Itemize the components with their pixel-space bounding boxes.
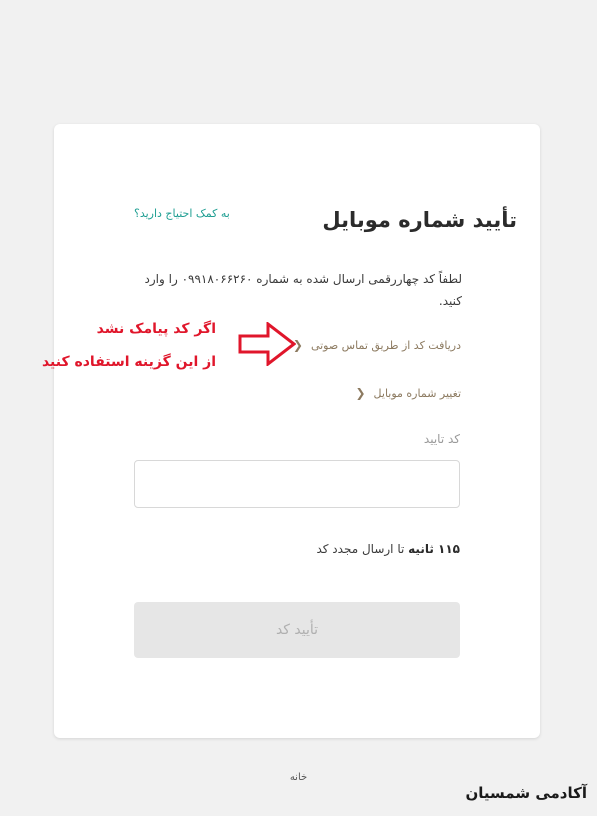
voice-call-label: دریافت کد از طریق تماس صوتی xyxy=(310,339,461,352)
right-arrow-icon xyxy=(238,322,296,366)
annotation-line-2: از این گزینه استفاده کنید xyxy=(41,354,216,370)
voice-call-link[interactable]: دریافت کد از طریق تماس صوتی❮ xyxy=(293,338,461,352)
confirm-code-button[interactable]: تأیید کد xyxy=(134,602,460,658)
change-number-label: تغییر شماره موبایل xyxy=(373,387,461,400)
verification-code-input[interactable] xyxy=(134,460,460,508)
watermark-text: آکادمی شمسیان xyxy=(465,784,587,802)
resend-timer: ۱۱۵ ثانیه تا ارسال مجدد کد xyxy=(316,542,460,556)
home-link[interactable]: خانه xyxy=(0,772,597,783)
instruction-text: لطفاً کد چهاررقمی ارسال شده به شماره ۰۹۹… xyxy=(144,272,462,308)
timer-suffix: تا ارسال مجدد کد xyxy=(316,542,405,556)
timer-seconds: ۱۱۵ ثانیه xyxy=(408,542,460,556)
annotation-line-1: اگر کد پیامک نشد xyxy=(96,321,216,337)
page-title: تأیید شماره موبایل xyxy=(322,208,517,232)
change-number-link[interactable]: تغییر شماره موبایل ❮ xyxy=(355,386,461,400)
code-field-label: کد تایید xyxy=(423,432,460,446)
chevron-left-icon: ❮ xyxy=(355,386,366,400)
help-link[interactable]: به کمک احتیاج دارید؟ xyxy=(134,207,230,220)
